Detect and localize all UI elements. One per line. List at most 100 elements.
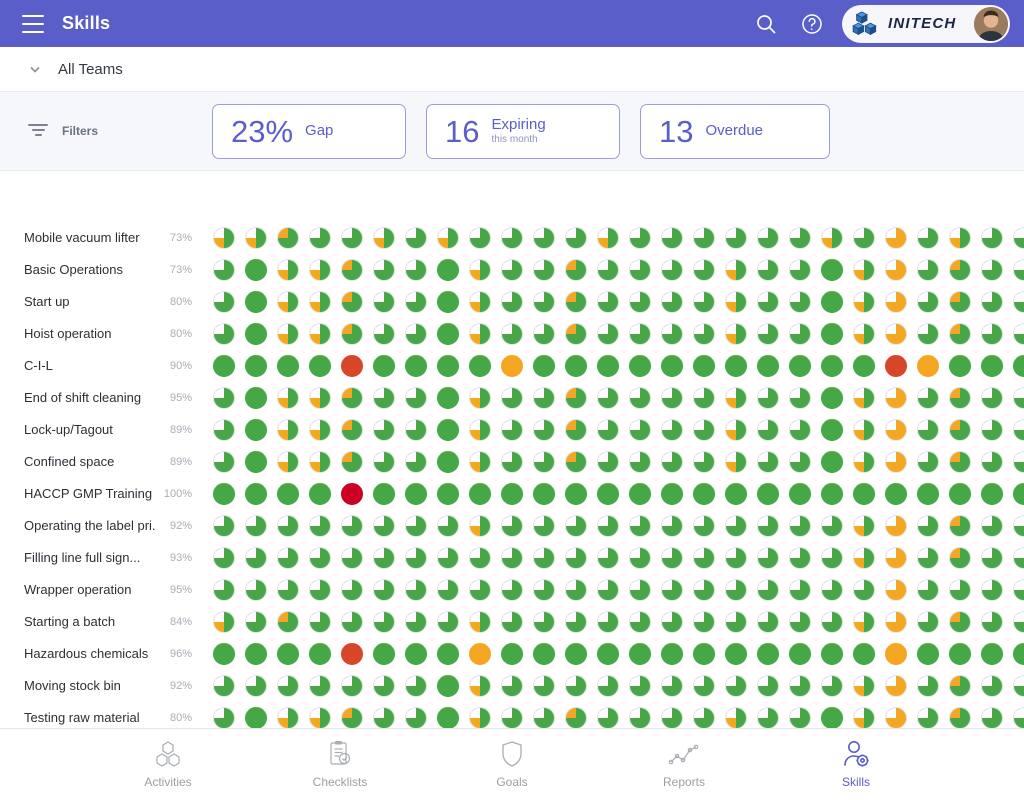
matrix-cell[interactable] <box>784 222 816 254</box>
matrix-cell[interactable] <box>464 542 496 574</box>
matrix-cell[interactable] <box>592 542 624 574</box>
matrix-cell[interactable] <box>656 222 688 254</box>
matrix-cell[interactable] <box>944 318 976 350</box>
matrix-cell[interactable] <box>528 670 560 702</box>
matrix-cell[interactable] <box>752 702 784 728</box>
matrix-cell[interactable] <box>400 222 432 254</box>
matrix-cell[interactable] <box>880 414 912 446</box>
matrix-cell[interactable] <box>368 222 400 254</box>
matrix-cell[interactable] <box>240 638 272 670</box>
matrix-cell[interactable] <box>944 478 976 510</box>
matrix-cell[interactable] <box>368 478 400 510</box>
matrix-cell[interactable] <box>240 446 272 478</box>
matrix-cell[interactable] <box>304 670 336 702</box>
matrix-cell[interactable] <box>528 638 560 670</box>
matrix-cell[interactable] <box>304 478 336 510</box>
matrix-cell[interactable] <box>976 382 1008 414</box>
skill-name[interactable]: Testing raw material <box>24 702 156 728</box>
matrix-cell[interactable] <box>912 350 944 382</box>
matrix-cell[interactable] <box>208 222 240 254</box>
matrix-cell[interactable] <box>560 670 592 702</box>
matrix-cell[interactable] <box>1008 606 1024 638</box>
matrix-cell[interactable] <box>976 286 1008 318</box>
matrix-cell[interactable] <box>720 638 752 670</box>
matrix-cell[interactable] <box>752 382 784 414</box>
skill-name[interactable]: Hoist operation <box>24 318 156 350</box>
matrix-cell[interactable] <box>208 670 240 702</box>
matrix-cell[interactable] <box>208 414 240 446</box>
nav-item-checklists[interactable]: Checklists <box>285 740 395 789</box>
skill-name[interactable]: Lock-up/Tagout <box>24 414 156 446</box>
matrix-cell[interactable] <box>400 446 432 478</box>
matrix-cell[interactable] <box>752 670 784 702</box>
avatar[interactable] <box>974 6 1008 41</box>
matrix-cell[interactable] <box>624 222 656 254</box>
matrix-cell[interactable] <box>656 606 688 638</box>
matrix-cell[interactable] <box>208 446 240 478</box>
matrix-cell[interactable] <box>752 638 784 670</box>
matrix-cell[interactable] <box>336 606 368 638</box>
matrix-cell[interactable] <box>592 702 624 728</box>
matrix-cell[interactable] <box>336 510 368 542</box>
teams-selector-row[interactable]: All Teams <box>0 47 1024 92</box>
matrix-cell[interactable] <box>240 702 272 728</box>
matrix-cell[interactable] <box>496 350 528 382</box>
matrix-cell[interactable] <box>240 382 272 414</box>
matrix-cell[interactable] <box>528 382 560 414</box>
matrix-cell[interactable] <box>1008 222 1024 254</box>
matrix-cell[interactable] <box>464 350 496 382</box>
matrix-cell[interactable] <box>400 286 432 318</box>
matrix-cell[interactable] <box>624 286 656 318</box>
nav-item-activities[interactable]: Activities <box>113 740 223 789</box>
matrix-cell[interactable] <box>688 606 720 638</box>
matrix-cell[interactable] <box>592 254 624 286</box>
matrix-cell[interactable] <box>336 446 368 478</box>
matrix-cell[interactable] <box>624 542 656 574</box>
skill-name[interactable]: Starting a batch <box>24 606 156 638</box>
matrix-cell[interactable] <box>816 286 848 318</box>
matrix-cell[interactable] <box>368 542 400 574</box>
matrix-cell[interactable] <box>272 542 304 574</box>
matrix-cell[interactable] <box>464 478 496 510</box>
matrix-cell[interactable] <box>304 382 336 414</box>
matrix-cell[interactable] <box>784 702 816 728</box>
matrix-cell[interactable] <box>944 350 976 382</box>
matrix-cell[interactable] <box>848 446 880 478</box>
matrix-cell[interactable] <box>592 510 624 542</box>
matrix-cell[interactable] <box>240 350 272 382</box>
matrix-cell[interactable] <box>496 638 528 670</box>
matrix-cell[interactable] <box>880 510 912 542</box>
matrix-cell[interactable] <box>880 670 912 702</box>
matrix-cell[interactable] <box>272 574 304 606</box>
skill-name[interactable]: Operating the label pri... <box>24 510 156 542</box>
matrix-cell[interactable] <box>368 382 400 414</box>
matrix-cell[interactable] <box>816 318 848 350</box>
matrix-cell[interactable] <box>1008 510 1024 542</box>
matrix-cell[interactable] <box>1008 670 1024 702</box>
matrix-cell[interactable] <box>400 510 432 542</box>
matrix-cell[interactable] <box>784 382 816 414</box>
matrix-cell[interactable] <box>496 286 528 318</box>
matrix-cell[interactable] <box>272 702 304 728</box>
matrix-cell[interactable] <box>688 318 720 350</box>
matrix-cell[interactable] <box>1008 478 1024 510</box>
matrix-cell[interactable] <box>464 286 496 318</box>
matrix-cell[interactable] <box>784 318 816 350</box>
matrix-cell[interactable] <box>432 446 464 478</box>
matrix-cell[interactable] <box>560 222 592 254</box>
matrix-cell[interactable] <box>400 702 432 728</box>
hamburger-icon[interactable] <box>22 14 44 33</box>
matrix-cell[interactable] <box>720 222 752 254</box>
matrix-cell[interactable] <box>304 606 336 638</box>
matrix-cell[interactable] <box>528 510 560 542</box>
matrix-cell[interactable] <box>240 606 272 638</box>
matrix-cell[interactable] <box>272 638 304 670</box>
matrix-cell[interactable] <box>464 670 496 702</box>
matrix-cell[interactable] <box>752 606 784 638</box>
matrix-cell[interactable] <box>848 382 880 414</box>
matrix-cell[interactable] <box>528 350 560 382</box>
matrix-cell[interactable] <box>1008 446 1024 478</box>
matrix-cell[interactable] <box>432 222 464 254</box>
matrix-cell[interactable] <box>304 638 336 670</box>
matrix-cell[interactable] <box>336 222 368 254</box>
